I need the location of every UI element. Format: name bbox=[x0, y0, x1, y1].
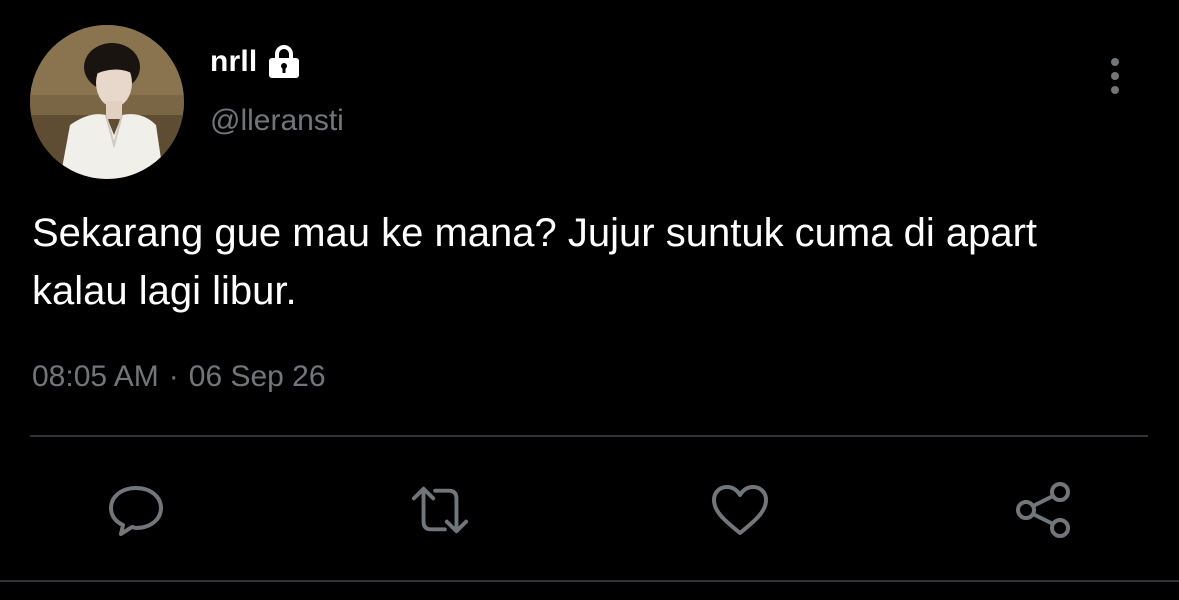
display-name-text: nrll bbox=[210, 45, 258, 78]
tweet-time: 08:05 AM bbox=[32, 360, 159, 393]
retweet-icon bbox=[411, 486, 469, 534]
avatar-photo bbox=[30, 25, 184, 179]
retweet-button[interactable] bbox=[410, 480, 470, 540]
like-button[interactable] bbox=[710, 480, 770, 540]
comment-icon bbox=[109, 486, 163, 536]
divider bbox=[30, 435, 1148, 437]
lock-icon bbox=[267, 44, 301, 80]
more-options-icon[interactable] bbox=[1100, 54, 1130, 98]
reply-button[interactable] bbox=[106, 480, 166, 540]
share-button[interactable] bbox=[1014, 480, 1074, 540]
tweet-text: Sekarang gue mau ke mana? Jujur suntuk c… bbox=[32, 211, 1038, 313]
tweet-date: 06 Sep 26 bbox=[188, 360, 326, 393]
user-handle[interactable]: @lleransti bbox=[210, 104, 344, 138]
meta-separator: · bbox=[168, 360, 179, 393]
tweet-timestamp: 08:05 AM · 06 Sep 26 bbox=[32, 360, 326, 394]
display-name[interactable]: nrll bbox=[210, 43, 301, 81]
avatar[interactable] bbox=[30, 25, 184, 179]
bottom-divider bbox=[0, 580, 1179, 582]
share-icon bbox=[1016, 482, 1070, 538]
heart-icon bbox=[712, 485, 768, 535]
